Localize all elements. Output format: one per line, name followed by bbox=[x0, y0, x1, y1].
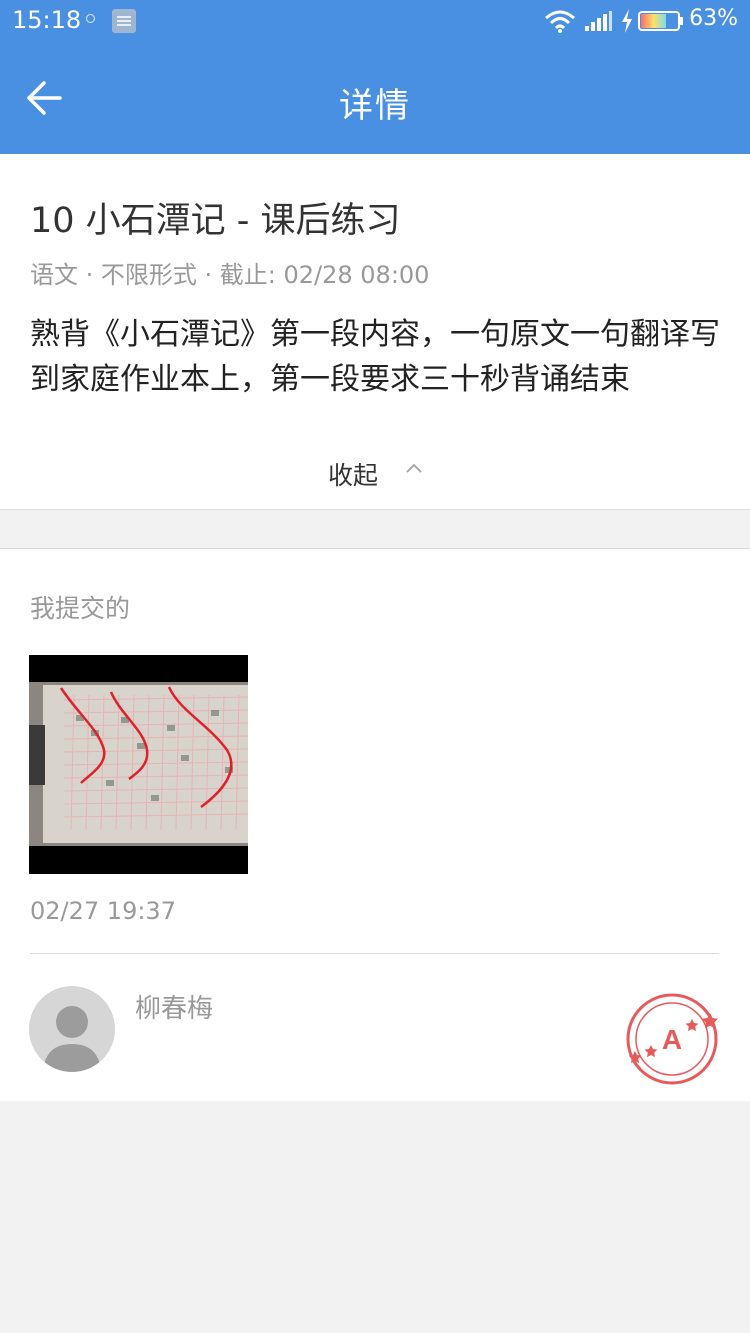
page-title: 详情 bbox=[339, 86, 411, 126]
homework-form: 不限形式 bbox=[100, 261, 197, 289]
collapse-button[interactable]: 收起 bbox=[328, 456, 378, 492]
status-time: 15:18 bbox=[12, 6, 82, 34]
divider bbox=[30, 953, 719, 954]
meta-separator: · bbox=[196, 261, 220, 289]
submission-time: 02/27 19:37 bbox=[30, 897, 176, 925]
section-label: 我提交的 bbox=[30, 594, 131, 623]
teacher-name: 柳春梅 bbox=[135, 994, 214, 1024]
battery-percent: 63% bbox=[689, 6, 738, 31]
homework-title: 10 小石潭记 - 课后练习 bbox=[30, 201, 401, 241]
message-notification-icon bbox=[112, 9, 136, 33]
teacher-avatar bbox=[29, 986, 115, 1072]
chevron-up-icon[interactable] bbox=[406, 463, 422, 473]
default-avatar-icon bbox=[43, 1006, 101, 1072]
notification-dot-icon bbox=[86, 14, 95, 23]
homework-subject: 语文 bbox=[30, 261, 78, 289]
homework-deadline: 截止: 02/28 08:00 bbox=[219, 261, 430, 289]
homework-description: 熟背《小石潭记》第一段内容，一句原文一句翻译写到家庭作业本上，第一段要求三十秒背… bbox=[30, 317, 720, 397]
submission-photo[interactable] bbox=[29, 655, 248, 874]
homework-meta: 语文 · 不限形式 · 截止: 02/28 08:00 bbox=[30, 255, 429, 290]
meta-separator: · bbox=[78, 261, 101, 289]
battery-icon bbox=[638, 11, 683, 31]
status-bar: 15:18 63% bbox=[0, 0, 750, 42]
grade-letter: A bbox=[662, 1024, 682, 1055]
submission-card: 我提交的 02/27 19:37 柳春梅 A bbox=[0, 548, 750, 1101]
grade-stamp-icon: A bbox=[626, 993, 718, 1085]
homework-detail-card: 10 小石潭记 - 课后练习 语文 · 不限形式 · 截止: 02/28 08:… bbox=[0, 154, 750, 510]
signal-icon bbox=[585, 11, 612, 31]
app-bar: 详情 bbox=[0, 42, 750, 154]
charging-icon bbox=[622, 9, 632, 33]
wifi-icon bbox=[545, 10, 575, 33]
